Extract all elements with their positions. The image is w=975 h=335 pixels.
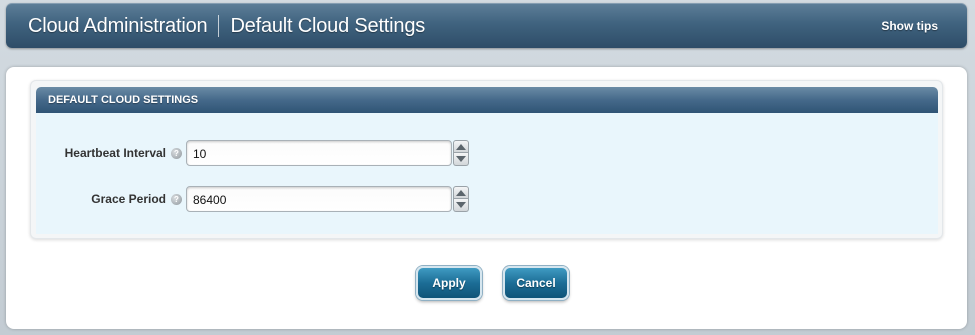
grace-period-input[interactable]: 86400 (186, 186, 452, 212)
page-title: Default Cloud Settings (230, 14, 426, 37)
arrow-down-icon (456, 202, 466, 208)
settings-panel: DEFAULT CLOUD SETTINGS Heartbeat Interva… (30, 80, 943, 239)
grace-period-row: Grace Period ? : 86400 (36, 186, 938, 212)
section-body: Heartbeat Interval ? : 10 Grace Period ? (36, 113, 938, 234)
question-icon[interactable]: ? (171, 147, 182, 159)
heartbeat-interval-stepper (453, 140, 469, 166)
breadcrumb: Cloud Administration Default Cloud Setti… (28, 14, 425, 38)
decrement-button[interactable] (453, 199, 469, 212)
header-bar: Cloud Administration Default Cloud Setti… (6, 3, 967, 48)
grace-period-label: Grace Period (91, 192, 166, 206)
heartbeat-interval-input[interactable]: 10 (186, 140, 452, 166)
grace-period-stepper (453, 186, 469, 212)
apply-button[interactable]: Apply (416, 266, 482, 300)
increment-button[interactable] (453, 186, 469, 199)
arrow-up-icon (456, 189, 466, 196)
title-divider (218, 15, 220, 37)
heartbeat-interval-label-group: Heartbeat Interval ? : (65, 146, 189, 160)
decrement-button[interactable] (453, 153, 469, 166)
heartbeat-interval-label: Heartbeat Interval (64, 146, 166, 160)
show-tips-link[interactable]: Show tips (881, 19, 938, 33)
main-panel: DEFAULT CLOUD SETTINGS Heartbeat Interva… (6, 67, 967, 329)
heartbeat-interval-row: Heartbeat Interval ? : 10 (36, 140, 938, 166)
grace-period-label-group: Grace Period ? : (91, 192, 189, 206)
question-icon[interactable]: ? (171, 193, 182, 205)
section-title: DEFAULT CLOUD SETTINGS (36, 87, 938, 113)
increment-button[interactable] (453, 140, 469, 153)
page: Cloud Administration Default Cloud Setti… (0, 0, 975, 335)
cancel-button[interactable]: Cancel (503, 266, 569, 300)
app-title: Cloud Administration (28, 14, 208, 37)
arrow-down-icon (456, 156, 466, 162)
arrow-up-icon (456, 143, 466, 150)
